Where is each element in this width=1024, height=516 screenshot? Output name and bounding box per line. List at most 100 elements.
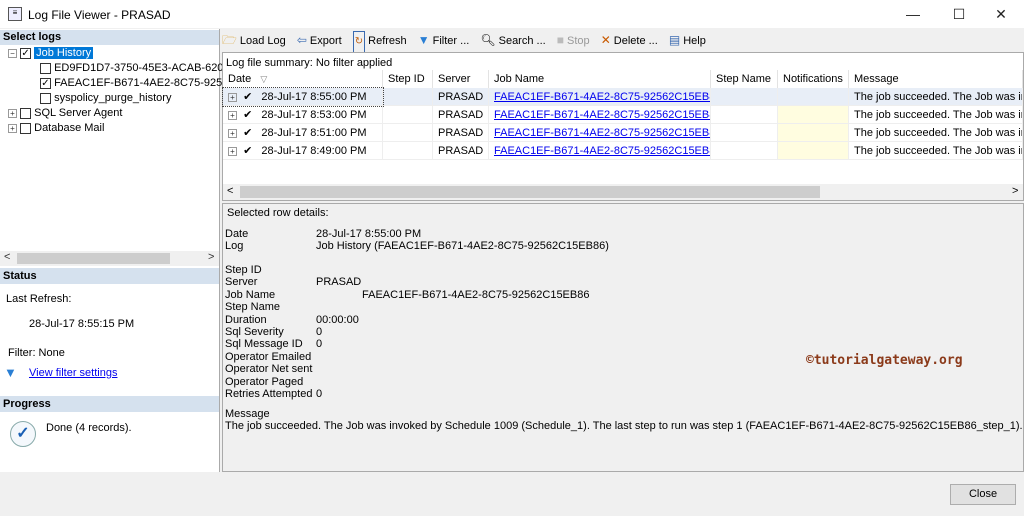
scroll-thumb[interactable] — [240, 186, 820, 198]
status-header: Status — [0, 268, 219, 284]
help-button[interactable]: ▤ Help — [669, 30, 706, 51]
detail-label: Duration — [225, 314, 267, 326]
filter-status: Filter: None — [8, 347, 65, 359]
cell-job[interactable]: FAEAC1EF-B671-4AE2-8C75-92562C15EB86 — [489, 124, 711, 142]
detail-label: Step Name — [225, 301, 281, 313]
checkbox[interactable] — [40, 62, 51, 74]
close-window-button[interactable]: ✕ — [978, 0, 1024, 28]
job-text[interactable]: FAEAC1EF-B671-4AE2-8C75-92562C15EB86 — [494, 109, 710, 121]
cell-job[interactable]: FAEAC1EF-B671-4AE2-8C75-92562C15EB86 — [489, 142, 711, 160]
checkbox[interactable] — [20, 122, 32, 134]
filter-button[interactable]: ▼ Filter ... — [418, 30, 470, 51]
detail-label: Retries Attempted — [225, 388, 313, 400]
checkbox[interactable] — [40, 92, 51, 104]
detail-value: 0 — [316, 338, 323, 350]
column-header-job-name[interactable]: Job Name — [489, 70, 711, 88]
tree-label: Database Mail — [34, 122, 105, 134]
expand-icon[interactable]: + — [8, 123, 17, 133]
detail-value: PRASAD — [316, 276, 362, 288]
tree-item-log[interactable]: syspolicy_purge_history — [40, 91, 171, 106]
detail-label: Step ID — [225, 264, 262, 276]
label: Refresh — [368, 35, 407, 47]
close-button[interactable]: Close — [950, 484, 1016, 505]
scroll-left-icon[interactable]: < — [227, 185, 233, 197]
cell-job[interactable]: FAEAC1EF-B671-4AE2-8C75-92562C15EB86 — [489, 106, 711, 124]
column-header-server[interactable]: Server — [433, 70, 489, 88]
detail-label: Date — [225, 228, 249, 240]
expand-row-icon[interactable]: + — [228, 128, 237, 138]
scroll-right-icon[interactable]: > — [208, 251, 214, 263]
tree-item-sql-server-agent[interactable]: + SQL Server Agent — [8, 106, 122, 121]
cell-date: + ✔ 28-Jul-17 8:51:00 PM — [223, 124, 383, 142]
job-text[interactable]: FAEAC1EF-B671-4AE2-8C75-92562C15EB86 — [494, 127, 710, 139]
detail-label: Sql Severity — [225, 326, 284, 338]
detail-value: 00:00:00 — [316, 314, 359, 326]
label: Load Log — [239, 35, 286, 47]
checkbox-checked[interactable]: ✓ — [40, 77, 51, 89]
grid-horizontal-scrollbar[interactable]: < > — [223, 184, 1023, 200]
server-text: PRASAD — [438, 109, 484, 121]
minimize-button[interactable]: — — [890, 0, 936, 28]
column-header-step-id[interactable]: Step ID — [383, 70, 433, 88]
label: Export — [309, 35, 342, 47]
message-text: The job succeeded. The Job was invoked b… — [854, 91, 1022, 103]
scroll-left-icon[interactable]: < — [4, 251, 10, 263]
date-text: 28-Jul-17 8:55:00 PM — [261, 91, 367, 103]
load-log-button[interactable]: 🗁 Load Log — [222, 30, 286, 51]
help-icon: ▤ — [668, 33, 681, 47]
maximize-button[interactable]: ☐ — [936, 0, 982, 28]
export-button[interactable]: ⇦ Export — [297, 30, 342, 51]
details-title: Selected row details: — [227, 207, 329, 219]
table-row[interactable]: + ✔ 28-Jul-17 8:55:00 PM PRASAD FAEAC1EF-B… — [222, 87, 1023, 107]
column-header-step-name[interactable]: Step Name — [711, 70, 778, 88]
label: Stop — [567, 35, 590, 47]
expand-icon[interactable]: + — [8, 108, 17, 118]
expand-row-icon[interactable]: + — [228, 92, 237, 102]
progress-header: Progress — [0, 396, 219, 412]
cell-notifications — [778, 124, 849, 142]
log-grid: Log file summary: No filter applied Date… — [222, 52, 1024, 201]
cell-job[interactable]: FAEAC1EF-B671-4AE2-8C75-92562C15EB86 — [489, 88, 711, 106]
cell-step-id — [383, 124, 433, 142]
tree-label: FAEAC1EF-B671-4AE2-8C75-92562C — [54, 77, 243, 89]
tree-item-log[interactable]: ED9FD1D7-3750-45E3-ACAB-620AC — [40, 61, 239, 76]
message-label: Message — [225, 408, 270, 420]
left-pane: Select logs − ✓ Job History ED9FD1D7-375… — [0, 29, 242, 472]
search-button[interactable]: 🔍︎ Search ... — [480, 30, 545, 51]
column-header-message[interactable]: Message — [849, 70, 1023, 88]
table-row[interactable]: + ✔ 28-Jul-17 8:49:00 PM PRASAD FAEAC1EF-B… — [223, 142, 1023, 160]
job-text[interactable]: FAEAC1EF-B671-4AE2-8C75-92562C15EB86 — [494, 91, 710, 103]
message-text: The job succeeded. The Job was invoked b… — [225, 420, 1023, 432]
expand-row-icon[interactable]: + — [228, 146, 237, 156]
table-row[interactable]: + ✔ 28-Jul-17 8:51:00 PM PRASAD FAEAC1EF-B… — [223, 124, 1023, 142]
collapse-icon[interactable]: − — [8, 48, 17, 58]
view-filter-settings-link[interactable]: View filter settings — [29, 367, 117, 379]
job-text[interactable]: FAEAC1EF-B671-4AE2-8C75-92562C15EB86 — [494, 145, 710, 157]
checkbox-checked[interactable]: ✓ — [20, 47, 32, 59]
cell-message: The job succeeded. The Job was invoked b… — [849, 124, 1023, 142]
tree-item-job-history[interactable]: − ✓ Job History — [8, 46, 94, 61]
detail-label: Job Name — [225, 289, 276, 301]
tree-item-database-mail[interactable]: + Database Mail — [8, 121, 104, 136]
stop-button[interactable]: ■ Stop — [557, 30, 590, 51]
row-details-panel: Selected row details: Date 28-Jul-17 8:55… — [222, 203, 1024, 472]
app-icon: ≡ — [8, 7, 22, 21]
scroll-right-icon[interactable]: > — [1012, 185, 1018, 197]
table-row[interactable]: + ✔ 28-Jul-17 8:53:00 PM PRASAD FAEAC1EF-B… — [223, 106, 1023, 124]
horizontal-scrollbar[interactable]: < > — [0, 251, 219, 266]
tree-item-log[interactable]: ✓ FAEAC1EF-B671-4AE2-8C75-92562C — [40, 76, 242, 91]
column-header-notifications[interactable]: Notifications — [778, 70, 849, 88]
date-text: 28-Jul-17 8:51:00 PM — [261, 127, 367, 139]
cell-message: The job succeeded. The Job was invoked b… — [849, 106, 1023, 124]
checkbox[interactable] — [20, 107, 32, 119]
cell-message: The job succeeded. The Job was invoked b… — [849, 142, 1023, 160]
scroll-thumb[interactable] — [17, 253, 170, 264]
expand-row-icon[interactable]: + — [228, 110, 237, 120]
window-title: Log File Viewer - PRASAD — [28, 8, 171, 22]
filter-icon: ▼ — [417, 33, 430, 47]
refresh-button[interactable]: ↻ Refresh — [352, 31, 407, 53]
message-text: The job succeeded. The Job was invoked b… — [854, 109, 1022, 121]
delete-button[interactable]: ✕ Delete ... — [601, 30, 658, 51]
column-header-date[interactable]: Date ▽ — [223, 70, 383, 88]
title-bar: ≡ Log File Viewer - PRASAD — ☐ ✕ — [0, 0, 1024, 28]
